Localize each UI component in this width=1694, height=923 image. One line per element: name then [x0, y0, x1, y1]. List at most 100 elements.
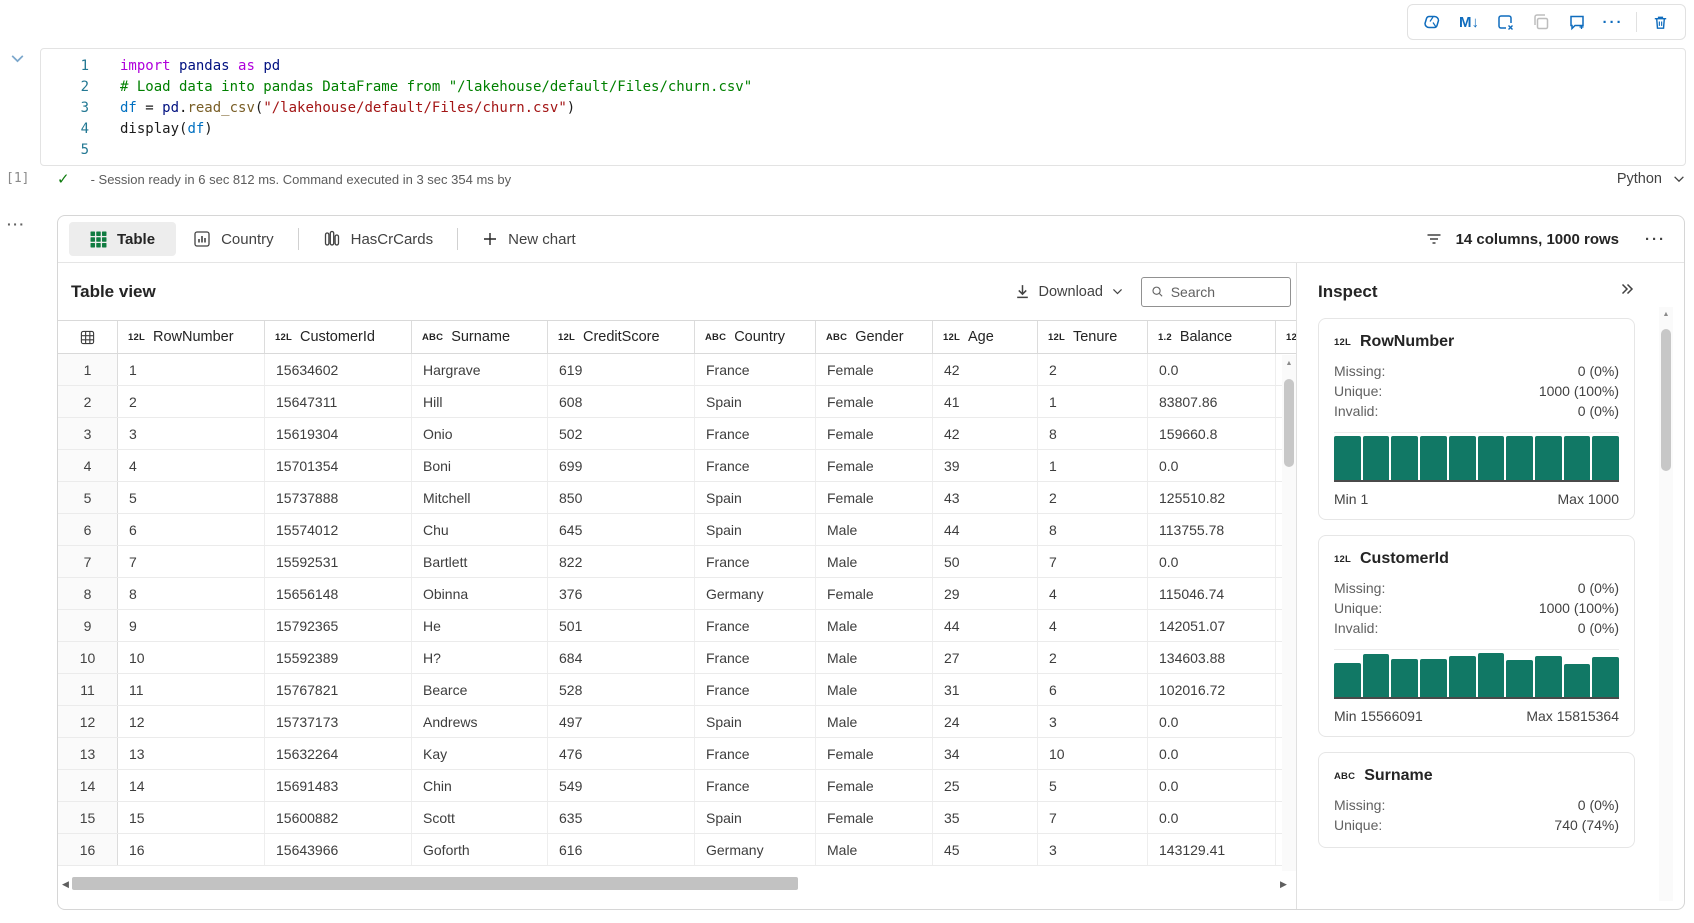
table-cell[interactable]: 142051.07	[1148, 610, 1276, 641]
row-index-cell[interactable]: 13	[58, 738, 118, 769]
table-row[interactable]: 13 13 15632264 Kay 476 France Female 34 10 0.0	[58, 738, 1296, 770]
table-cell[interactable]: 125510.82	[1148, 482, 1276, 513]
table-cell[interactable]: Germany	[695, 578, 816, 609]
table-cell[interactable]: 822	[548, 546, 695, 577]
table-cell[interactable]: France	[695, 418, 816, 449]
table-cell[interactable]: Mitchell	[412, 482, 548, 513]
table-cell[interactable]: 15634602	[265, 354, 412, 385]
table-cell[interactable]: Female	[816, 738, 933, 769]
column-header[interactable]: 12L RowNumber	[118, 321, 265, 353]
table-cell[interactable]: 4	[1038, 578, 1148, 609]
table-cell[interactable]: 6	[1038, 674, 1148, 705]
search-input[interactable]	[1170, 283, 1281, 300]
table-cell[interactable]: 2	[118, 386, 265, 417]
table-cell[interactable]: 15656148	[265, 578, 412, 609]
cell-more-button[interactable]: ···	[7, 216, 26, 232]
table-row[interactable]: 14 14 15691483 Chin 549 France Female 25 5 0.0	[58, 770, 1296, 802]
table-cell[interactable]: 159660.8	[1148, 418, 1276, 449]
table-cell[interactable]: Male	[816, 674, 933, 705]
row-index-cell[interactable]: 1	[58, 354, 118, 385]
table-cell[interactable]: 4	[118, 450, 265, 481]
table-row[interactable]: 6 6 15574012 Chu 645 Spain Male 44 8 113755.78	[58, 514, 1296, 546]
scroll-up-arrow[interactable]: ▲	[1659, 311, 1673, 318]
table-row[interactable]: 16 16 15643966 Goforth 616 Germany Male 45 3 1431…	[58, 834, 1296, 866]
table-cell[interactable]: 14	[118, 770, 265, 801]
table-cell[interactable]: 10	[118, 642, 265, 673]
table-cell[interactable]: 684	[548, 642, 695, 673]
code-editor[interactable]: 1 import pandas as pd 2 # Load data into pa…	[40, 48, 1686, 166]
more-actions-icon[interactable]: ···	[1598, 8, 1628, 36]
table-cell[interactable]: 0.0	[1148, 802, 1276, 833]
table-cell[interactable]: Bartlett	[412, 546, 548, 577]
table-cell[interactable]: Andrews	[412, 706, 548, 737]
table-cell[interactable]: 2	[1038, 642, 1148, 673]
table-cell[interactable]: Female	[816, 802, 933, 833]
table-horizontal-scrollbar[interactable]: ◀ ▶	[58, 876, 1296, 892]
table-cell[interactable]: Spain	[695, 386, 816, 417]
table-row[interactable]: 15 15 15600882 Scott 635 Spain Female 35 7 0.0	[58, 802, 1296, 834]
table-cell[interactable]: 528	[548, 674, 695, 705]
row-index-cell[interactable]: 2	[58, 386, 118, 417]
table-cell[interactable]: Onio	[412, 418, 548, 449]
table-cell[interactable]: Bearce	[412, 674, 548, 705]
table-cell[interactable]: 0.0	[1148, 706, 1276, 737]
table-cell[interactable]: 8	[1038, 418, 1148, 449]
row-index-cell[interactable]: 6	[58, 514, 118, 545]
table-cell[interactable]: 3	[118, 418, 265, 449]
table-cell[interactable]: Male	[816, 546, 933, 577]
scrollbar-thumb[interactable]	[1661, 329, 1671, 471]
table-cell[interactable]: 8	[118, 578, 265, 609]
table-row[interactable]: 5 5 15737888 Mitchell 850 Spain Female 43 2 12551…	[58, 482, 1296, 514]
table-cell[interactable]: 50	[933, 546, 1038, 577]
table-cell[interactable]: 497	[548, 706, 695, 737]
table-cell[interactable]: 619	[548, 354, 695, 385]
table-cell[interactable]: 15632264	[265, 738, 412, 769]
table-cell[interactable]: Male	[816, 514, 933, 545]
table-cell[interactable]: Male	[816, 610, 933, 641]
table-cell[interactable]: 645	[548, 514, 695, 545]
table-cell[interactable]: 376	[548, 578, 695, 609]
output-more-button[interactable]: ···	[1645, 231, 1666, 248]
table-row[interactable]: 8 8 15656148 Obinna 376 Germany Female 29 4 11504…	[58, 578, 1296, 610]
table-row[interactable]: 10 10 15592389 H? 684 France Male 27 2 134603.88	[58, 642, 1296, 674]
table-cell[interactable]: 5	[1038, 770, 1148, 801]
table-row[interactable]: 1 1 15634602 Hargrave 619 France Female 42 2 0.0	[58, 354, 1296, 386]
table-cell[interactable]: Scott	[412, 802, 548, 833]
table-cell[interactable]: 31	[933, 674, 1038, 705]
table-cell[interactable]: Female	[816, 386, 933, 417]
table-cell[interactable]: 0.0	[1148, 738, 1276, 769]
add-comment-icon[interactable]	[1562, 8, 1592, 36]
scrollbar-thumb[interactable]	[1284, 379, 1294, 467]
table-row[interactable]: 3 3 15619304 Onio 502 France Female 42 8 159660.8	[58, 418, 1296, 450]
table-cell[interactable]: 0.0	[1148, 770, 1276, 801]
table-cell[interactable]: 34	[933, 738, 1038, 769]
table-cell[interactable]: Male	[816, 706, 933, 737]
tab-table[interactable]: Table	[69, 222, 177, 256]
table-cell[interactable]: 15574012	[265, 514, 412, 545]
table-cell[interactable]: Female	[816, 578, 933, 609]
table-cell[interactable]: Hargrave	[412, 354, 548, 385]
table-cell[interactable]: 15647311	[265, 386, 412, 417]
table-cell[interactable]: 102016.72	[1148, 674, 1276, 705]
table-cell[interactable]: Hill	[412, 386, 548, 417]
table-cell[interactable]: Female	[816, 482, 933, 513]
scroll-right-arrow[interactable]: ▶	[1280, 879, 1287, 890]
table-cell[interactable]: 1	[1038, 450, 1148, 481]
column-header[interactable]: 12L Tenure	[1038, 321, 1148, 353]
table-cell[interactable]: France	[695, 642, 816, 673]
table-cell[interactable]: 7	[1038, 546, 1148, 577]
row-index-cell[interactable]: 9	[58, 610, 118, 641]
table-cell[interactable]: Spain	[695, 802, 816, 833]
clear-output-icon[interactable]	[1490, 8, 1520, 36]
column-header[interactable]	[58, 321, 118, 353]
table-cell[interactable]: H?	[412, 642, 548, 673]
table-cell[interactable]: 6	[118, 514, 265, 545]
table-cell[interactable]: 3	[1038, 834, 1148, 865]
table-cell[interactable]: France	[695, 738, 816, 769]
table-cell[interactable]: 635	[548, 802, 695, 833]
table-cell[interactable]: France	[695, 450, 816, 481]
table-cell[interactable]: 11	[118, 674, 265, 705]
table-cell[interactable]: 15619304	[265, 418, 412, 449]
table-cell[interactable]: 15737173	[265, 706, 412, 737]
table-cell[interactable]: He	[412, 610, 548, 641]
